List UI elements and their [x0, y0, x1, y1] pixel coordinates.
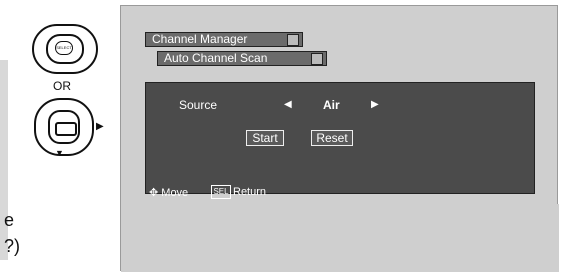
remote-dpad-center [48, 110, 80, 144]
tab-channel-manager[interactable]: Channel Manager [145, 32, 303, 47]
start-button[interactable]: Start [246, 130, 284, 146]
remote-dpad [34, 98, 94, 156]
tab-label: Channel Manager [152, 32, 248, 46]
remote-select-pad: SELECT [32, 24, 98, 74]
move-icon: ✥ [149, 187, 159, 199]
tab-auto-channel-scan[interactable]: Auto Channel Scan [157, 51, 327, 66]
remote-select-ring: SELECT [46, 34, 84, 64]
remote-illustration: SELECT OR ▶ ▼ e ?) [0, 0, 120, 276]
screen-footer [121, 204, 559, 272]
reset-button[interactable]: Reset [311, 130, 353, 146]
source-value: Air [323, 98, 340, 112]
chevron-down-icon: ▼ [55, 148, 64, 158]
hint-move: ✥ Move [149, 186, 188, 199]
remote-select-button: SELECT [55, 41, 73, 55]
tab-label: Auto Channel Scan [164, 51, 268, 65]
cut-text-1: e [4, 210, 15, 230]
menu-icon [311, 53, 323, 65]
sel-badge: SEL [211, 185, 231, 199]
or-label: OR [53, 79, 71, 93]
tv-menu-screen: Channel Manager Auto Channel Scan Source… [120, 5, 559, 272]
hint-return: Return [233, 186, 267, 198]
chevron-left-icon[interactable]: ◀ [284, 99, 292, 110]
source-label: Source [179, 98, 218, 112]
menu-icon [287, 34, 299, 46]
hint-move-label: Move [161, 187, 189, 199]
chevron-right-icon: ▶ [96, 121, 104, 132]
chevron-right-icon[interactable]: ▶ [371, 99, 379, 110]
auto-channel-scan-dialog: Source ◀ Air ▶ Start Reset [145, 82, 535, 194]
cut-text-2: ?) [4, 236, 21, 256]
